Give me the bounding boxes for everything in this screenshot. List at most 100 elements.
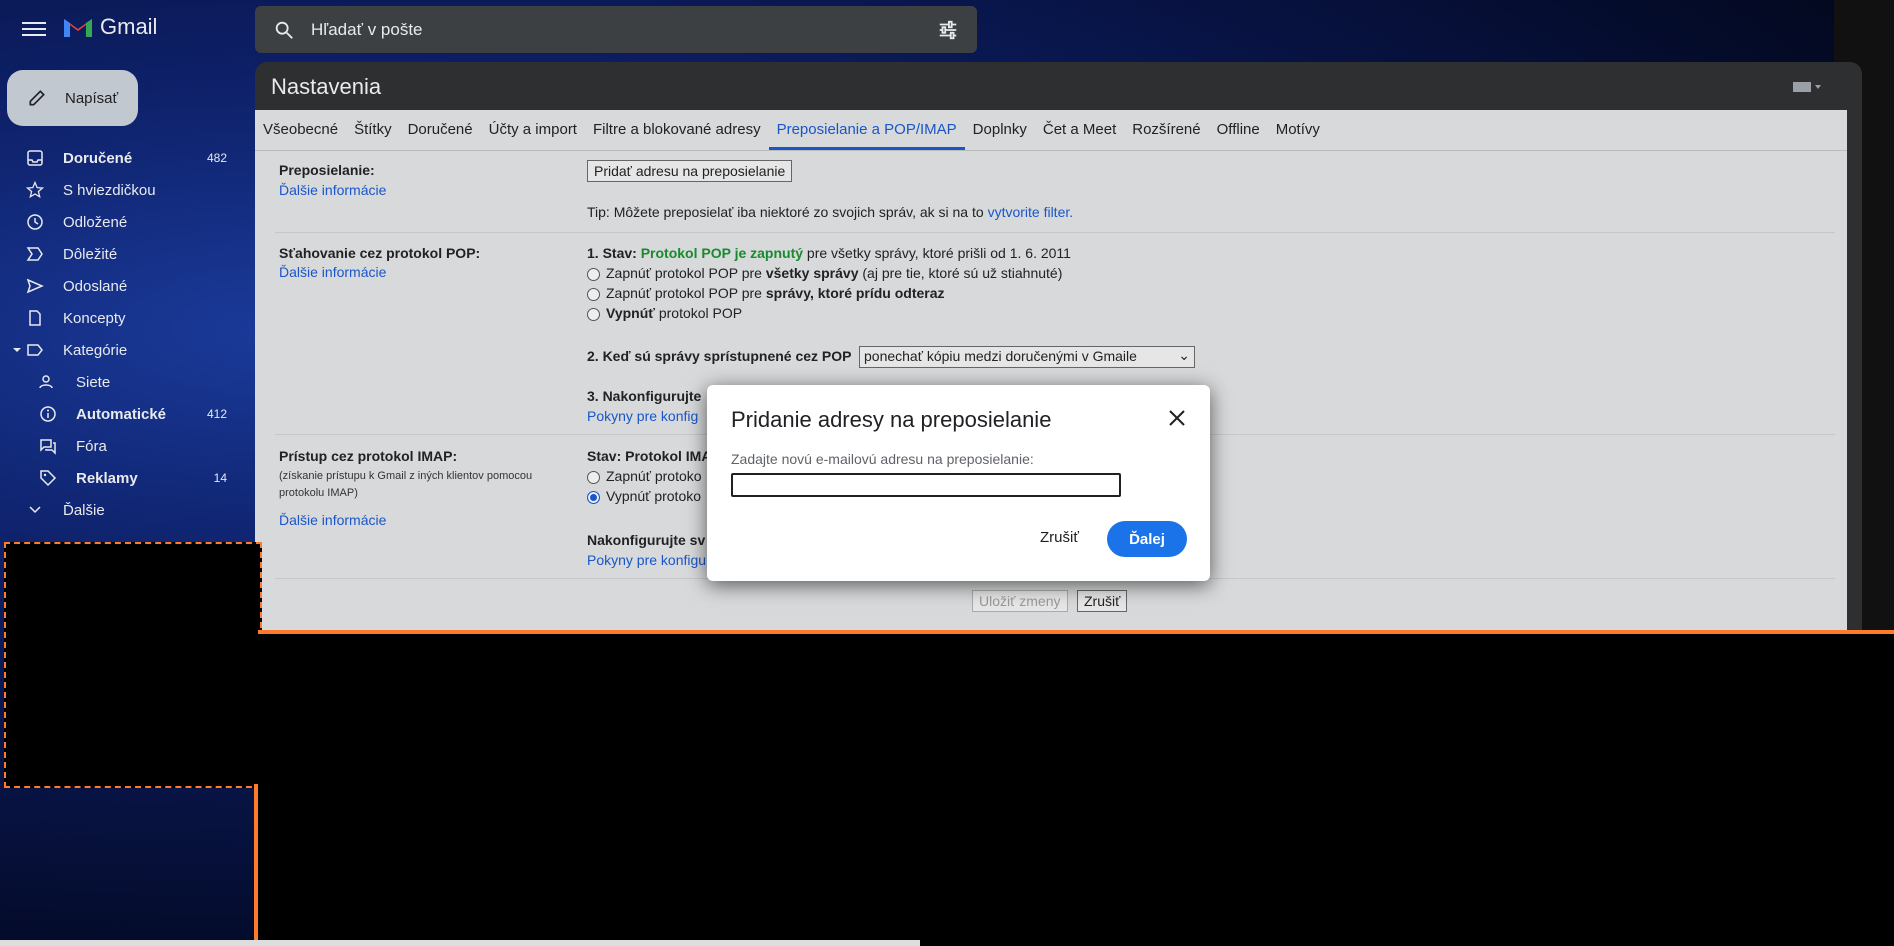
- tab-filters[interactable]: Filtre a blokované adresy: [585, 110, 769, 150]
- search-bar[interactable]: [255, 6, 977, 53]
- sidebar-item-categories[interactable]: Kategórie: [0, 334, 240, 366]
- pencil-icon: [29, 90, 45, 106]
- gmail-logo[interactable]: Gmail: [62, 14, 157, 40]
- main-menu-button[interactable]: [22, 18, 46, 42]
- pop-option-new[interactable]: Zapnúť protokol POP pre správy, ktoré pr…: [587, 285, 945, 301]
- pop-option-all[interactable]: Zapnúť protokol POP pre všetky správy (a…: [587, 265, 1062, 281]
- tab-offline[interactable]: Offline: [1209, 110, 1268, 150]
- close-icon[interactable]: [1166, 407, 1188, 429]
- pop-action-select[interactable]: ponechať kópiu medzi doručenými v Gmaile…: [859, 346, 1195, 368]
- sidebar-item-starred[interactable]: S hviezdičkou: [0, 174, 240, 206]
- imap-option-off[interactable]: Vypnúť protoko: [587, 488, 701, 504]
- cancel-changes-button[interactable]: Zrušiť: [1077, 590, 1128, 612]
- sidebar-item-snoozed[interactable]: Odložené: [0, 206, 240, 238]
- save-changes-button[interactable]: Uložiť zmeny: [972, 590, 1068, 612]
- option-text: (aj pre tie, ktoré sú už stiahnuté): [858, 265, 1063, 281]
- tab-accounts[interactable]: Účty a import: [481, 110, 585, 150]
- search-options-icon[interactable]: [937, 19, 959, 41]
- compose-label: Napísať: [65, 89, 119, 107]
- label-icon: [27, 344, 43, 356]
- sidebar-item-label: Odoslané: [63, 277, 128, 295]
- forwarding-tip: Tip: Môžete preposielať iba niektoré zo …: [587, 204, 1073, 220]
- option-bold: Vypnúť: [606, 305, 655, 321]
- compose-button[interactable]: Napísať: [7, 70, 138, 126]
- tab-advanced[interactable]: Rozšírené: [1124, 110, 1208, 150]
- radio-button-selected[interactable]: [587, 490, 600, 504]
- search-icon[interactable]: [273, 19, 295, 41]
- sidebar-item-drafts[interactable]: Koncepty: [0, 302, 240, 334]
- pop-status: 1. Stav: Protokol POP je zapnutý pre vše…: [587, 245, 1071, 261]
- select-value: ponechať kópiu medzi doručenými v Gmaile: [864, 348, 1137, 364]
- chevron-down-icon: ⌄: [1178, 347, 1190, 363]
- unread-count: 14: [213, 471, 227, 485]
- unread-count: 412: [206, 407, 227, 421]
- radio-button[interactable]: [587, 267, 600, 281]
- keyboard-icon[interactable]: [1792, 80, 1822, 94]
- tab-themes[interactable]: Motívy: [1268, 110, 1328, 150]
- draft-icon: [29, 310, 41, 326]
- sidebar-item-label: Reklamy: [76, 469, 138, 487]
- chevron-down-icon: [29, 506, 41, 514]
- sidebar-item-sent[interactable]: Odoslané: [0, 270, 240, 302]
- tab-labels[interactable]: Štítky: [346, 110, 400, 150]
- pop-config-instructions-link[interactable]: Pokyny pre konfig: [587, 408, 698, 424]
- sidebar-item-social[interactable]: Siete: [0, 366, 240, 398]
- tab-general[interactable]: Všeobecné: [255, 110, 346, 150]
- blank-region: [258, 634, 1894, 946]
- add-forwarding-address-button[interactable]: Pridať adresu na preposielanie: [587, 160, 793, 182]
- add-forwarding-address-dialog: Pridanie adresy na preposielanie Zadajte…: [707, 385, 1210, 581]
- sidebar-item-label: Siete: [76, 373, 111, 391]
- bottom-scrollbar[interactable]: [0, 940, 920, 946]
- tab-forwarding-pop-imap[interactable]: Preposielanie a POP/IMAP: [768, 110, 965, 150]
- dialog-cancel-button[interactable]: Zrušiť: [1040, 529, 1079, 546]
- sidebar-item-label: Dôležité: [63, 245, 118, 263]
- imap-option-on[interactable]: Zapnúť protoko: [587, 468, 702, 484]
- forum-icon: [40, 439, 56, 455]
- pop-when-accessed-label: 2. Keď sú správy sprístupnené cez POP: [587, 348, 852, 364]
- question-text: 3. Nakonfigurujte: [587, 388, 702, 404]
- forwarding-more-info-link[interactable]: Ďalšie informácie: [279, 182, 386, 198]
- sidebar-item-updates[interactable]: Automatické 412: [0, 398, 240, 430]
- tab-chat-meet[interactable]: Čet a Meet: [1035, 110, 1124, 150]
- option-bold: všetky správy: [765, 265, 859, 281]
- option-text: Zapnúť protoko: [606, 468, 702, 484]
- gmail-m-icon: [64, 19, 92, 37]
- selection-box: [4, 542, 262, 788]
- option-text: protokol POP: [654, 305, 743, 321]
- pop-status-value: Protokol POP je zapnutý: [640, 245, 804, 261]
- search-input[interactable]: [309, 18, 913, 41]
- option-text: Zapnúť protokol POP pre: [606, 285, 766, 301]
- sidebar-item-label: Odložené: [63, 213, 128, 231]
- star-icon: [26, 181, 44, 199]
- pop-option-off[interactable]: Vypnúť protokol POP: [587, 305, 742, 321]
- imap-config-instructions-link[interactable]: Pokyny pre konfigu: [587, 552, 706, 568]
- sidebar-item-label: Koncepty: [63, 309, 126, 327]
- sidebar-item-inbox[interactable]: Doručené 482: [0, 142, 240, 174]
- sidebar-item-more[interactable]: Ďalšie: [0, 494, 240, 526]
- imap-configure-label: Nakonfigurujte sv: [587, 532, 705, 548]
- radio-button[interactable]: [587, 470, 600, 484]
- tab-inbox[interactable]: Doručené: [400, 110, 481, 150]
- tag-icon: [40, 470, 57, 487]
- tab-addons[interactable]: Doplnky: [965, 110, 1035, 150]
- radio-button[interactable]: [587, 307, 600, 321]
- pop-more-info-link[interactable]: Ďalšie informácie: [279, 264, 386, 280]
- question-text: 2. Keď sú správy sprístupnené cez POP: [587, 348, 852, 364]
- imap-more-info-link[interactable]: Ďalšie informácie: [279, 512, 386, 528]
- important-icon: [26, 247, 43, 261]
- sidebar-item-label: Fóra: [76, 437, 107, 455]
- radio-button[interactable]: [587, 287, 600, 301]
- sidebar-item-important[interactable]: Dôležité: [0, 238, 240, 270]
- page-title: Nastavenia: [271, 74, 382, 99]
- option-text: Zapnúť protokol POP pre: [606, 265, 766, 281]
- imap-status-text: Stav: Protokol IMA: [587, 448, 712, 464]
- create-filter-link[interactable]: vytvorite filter.: [988, 204, 1074, 220]
- caret-down-icon[interactable]: [12, 345, 22, 355]
- sidebar-item-forums[interactable]: Fóra: [0, 430, 240, 462]
- pop-status-prefix: 1. Stav:: [587, 245, 641, 261]
- dialog-next-button[interactable]: Ďalej: [1107, 521, 1187, 557]
- pop-configure-label: 3. Nakonfigurujte: [587, 388, 701, 404]
- forwarding-email-input[interactable]: [731, 473, 1121, 497]
- sidebar-item-promotions[interactable]: Reklamy 14: [0, 462, 240, 494]
- option-text: Vypnúť protoko: [606, 488, 702, 504]
